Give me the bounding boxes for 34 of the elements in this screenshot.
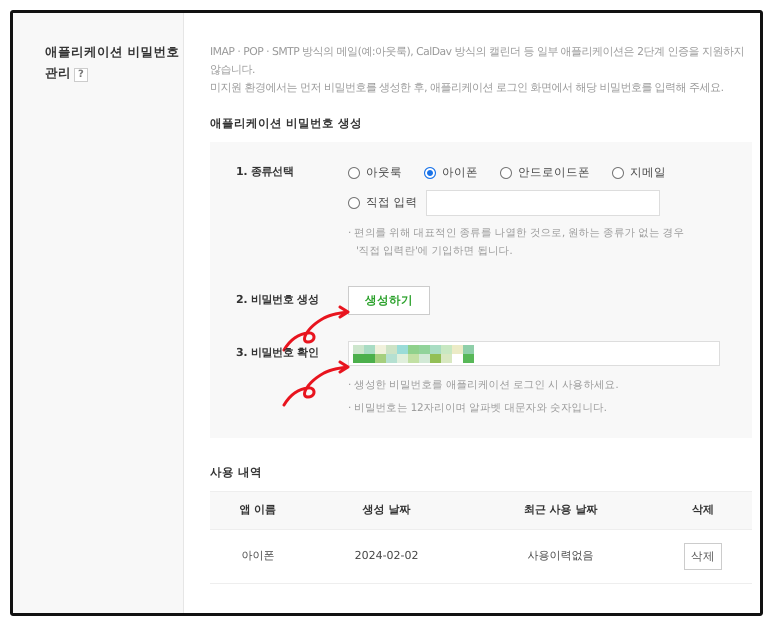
column-header: 최근 사용 날짜 <box>468 492 654 530</box>
step-label: 3. 비밀번호 확인 <box>236 345 320 361</box>
radio-button[interactable] <box>500 166 512 179</box>
radio-button[interactable] <box>348 166 360 179</box>
column-header: 생성 날짜 <box>306 492 468 530</box>
description-text: IMAP · POP · SMTP 방식의 메일(예:아웃룩), CalDav 방식의 캘린더 등 일부 애플리케이션은 2단계 인증을 지원하지 않습니다. <box>210 44 745 78</box>
column-header: 앱 이름 <box>210 492 306 530</box>
hint-text: · 생성한 비밀번호를 애플리케이션 로그인 시 사용하세요. <box>348 378 620 393</box>
step-label: 2. 비밀번호 생성 <box>236 292 320 308</box>
step-label: 1. 종류선택 <box>236 164 295 180</box>
radio-option[interactable]: 아웃룩 <box>348 164 402 182</box>
radio-option[interactable]: 아이폰 <box>424 164 478 182</box>
note-text: · 편의를 위해 대표적인 종류를 나열한 것으로, 원하는 종류가 없는 경우 '직접 입력란'에 기입하면 됩니다. <box>348 226 686 258</box>
section-heading: 사용 내역 <box>210 464 264 481</box>
hint-text: · 비밀번호는 12자리이며 알파벳 대문자와 숫자입니다. <box>348 400 608 416</box>
password-field[interactable] <box>348 340 720 366</box>
radio-option[interactable]: 안드로이드폰 <box>500 164 590 182</box>
radio-button[interactable] <box>424 166 436 179</box>
radio-option[interactable]: 지메일 <box>612 164 666 182</box>
column-header: 삭제 <box>654 492 752 530</box>
help-icon[interactable]: ? <box>74 68 88 82</box>
radio-button[interactable] <box>612 166 624 179</box>
radio-button[interactable] <box>348 196 360 208</box>
table-cell: 사용이력없음 <box>468 530 654 584</box>
delete-button[interactable]: 삭제 <box>684 542 722 570</box>
radio-option[interactable]: 직접 입력 <box>348 194 418 212</box>
arrow-drawing <box>280 358 352 407</box>
text-field[interactable] <box>426 190 660 216</box>
section-title: 애플리케이션 비밀번호 <box>45 44 180 59</box>
description-text: 미지원 환경에서는 먼저 비밀번호를 생성한 후, 애플리케이션 로그인 화면에서 해당 비밀번호를 입력해 주세요. <box>210 80 725 96</box>
section-heading: 애플리케이션 비밀번호 생성 <box>210 115 364 132</box>
table-cell: 2024-02-02 <box>306 530 468 584</box>
section-title: 관리 <box>45 65 71 80</box>
table-cell: 아이폰 <box>210 530 306 584</box>
